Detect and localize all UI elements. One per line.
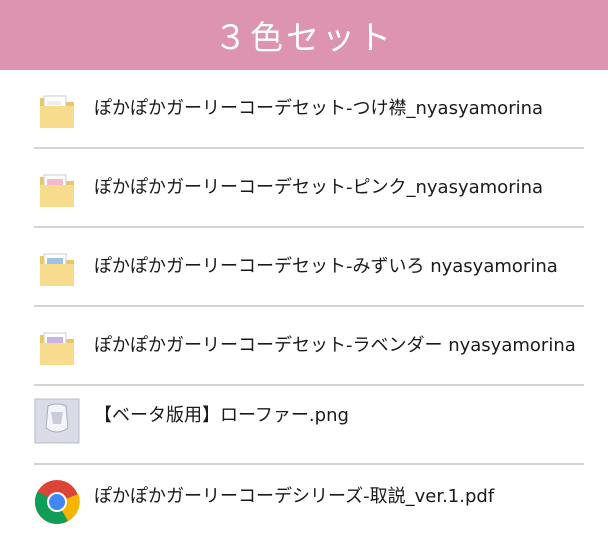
- file-name[interactable]: 【ベータ版用】ローファー.png: [94, 401, 349, 427]
- folder-icon: [34, 246, 80, 292]
- folder-icon: [34, 88, 80, 134]
- image-thumbnail-icon: [34, 398, 80, 444]
- file-row-manual-pdf[interactable]: ぽかぽかガーリーコーデシリーズ-取説_ver.1.pdf: [34, 465, 584, 544]
- file-row-collar[interactable]: ぽかぽかガーリーコーデセット-つけ襟_nyasyamorina: [34, 70, 584, 149]
- file-name[interactable]: ぽかぽかガーリーコーデシリーズ-取説_ver.1.pdf: [94, 482, 494, 508]
- folder-icon: [34, 167, 80, 213]
- file-name[interactable]: ぽかぽかガーリーコーデセット-ラベンダー nyasyamorina: [94, 331, 576, 357]
- header-title: ３色セット: [214, 18, 394, 57]
- file-row-lavender[interactable]: ぽかぽかガーリーコーデセット-ラベンダー nyasyamorina: [34, 307, 584, 386]
- file-row-lightblue[interactable]: ぽかぽかガーリーコーデセット-みずいろ nyasyamorina: [34, 228, 584, 307]
- page: ３色セット ぽかぽかガーリーコーデセット-つけ襟_nyasyamorina ぽか…: [0, 0, 608, 558]
- header-banner: ３色セット: [0, 0, 608, 70]
- chrome-icon: [34, 479, 80, 525]
- file-name[interactable]: ぽかぽかガーリーコーデセット-ピンク_nyasyamorina: [94, 173, 543, 199]
- folder-icon: [34, 325, 80, 371]
- file-row-pink[interactable]: ぽかぽかガーリーコーデセット-ピンク_nyasyamorina: [34, 149, 584, 228]
- file-name[interactable]: ぽかぽかガーリーコーデセット-みずいろ nyasyamorina: [94, 252, 558, 278]
- file-row-loafer-png[interactable]: 【ベータ版用】ローファー.png: [34, 386, 584, 465]
- file-name[interactable]: ぽかぽかガーリーコーデセット-つけ襟_nyasyamorina: [94, 94, 543, 120]
